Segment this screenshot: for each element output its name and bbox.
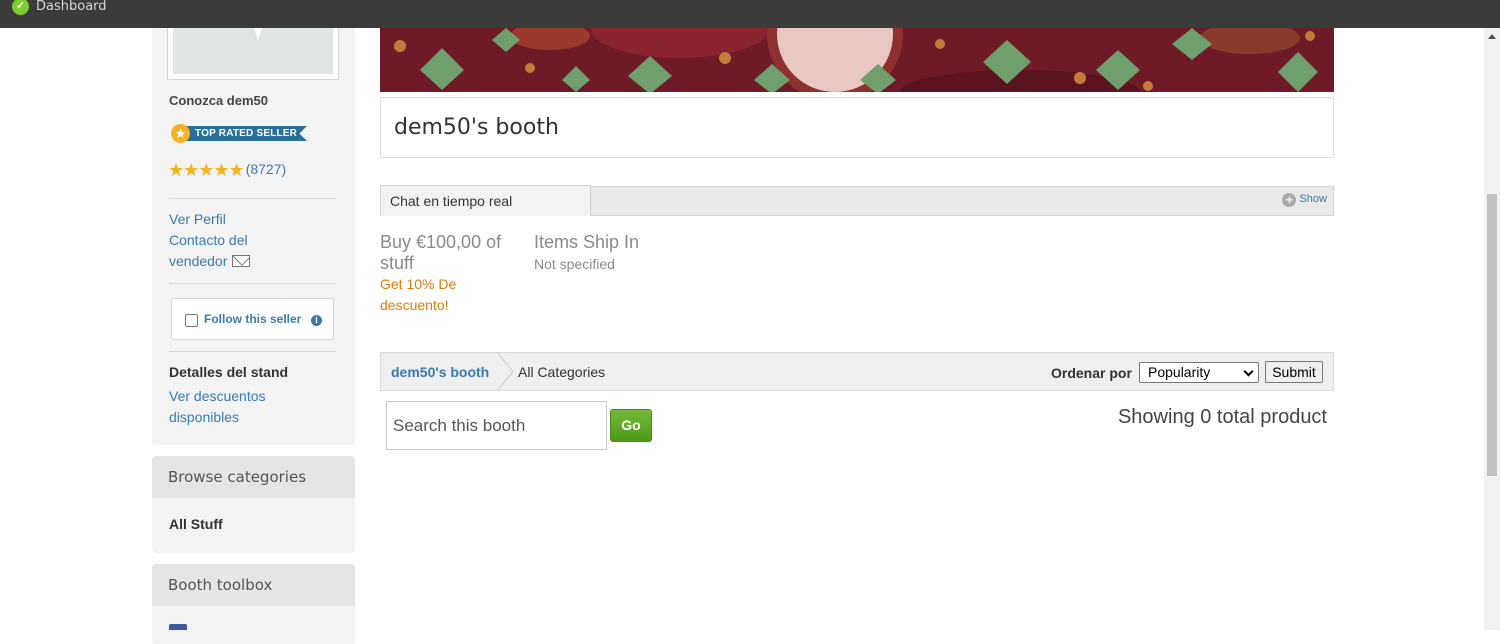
show-chat-button[interactable]: + Show bbox=[1282, 193, 1327, 207]
app-logo-icon: ✓ bbox=[12, 0, 29, 15]
top-system-bar: ✓ Dashboard bbox=[0, 0, 1500, 28]
search-placeholder: Search this booth bbox=[393, 416, 526, 435]
divider bbox=[169, 283, 336, 284]
promo-title: Buy €100,00 of stuff bbox=[380, 232, 502, 273]
divider bbox=[169, 198, 336, 199]
contact-seller-label: vendedor bbox=[169, 253, 228, 269]
breadcrumb: dem50's booth All Categories Ordenar por… bbox=[380, 352, 1334, 391]
booth-title-box: dem50's booth bbox=[380, 97, 1334, 158]
browse-categories-panel: Browse categories bbox=[152, 456, 355, 553]
search-go-button[interactable]: Go bbox=[610, 409, 652, 442]
badge-label: TOP RATED SELLER bbox=[179, 126, 307, 141]
ships-in-title: Items Ship In bbox=[534, 232, 640, 252]
sort-select[interactable]: Popularity bbox=[1139, 362, 1259, 383]
booth-banner bbox=[380, 28, 1334, 92]
booth-search-input[interactable]: Search this booth bbox=[386, 401, 607, 450]
rating-stars-icon: ★★★★★ bbox=[168, 160, 245, 180]
breadcrumb-separator-icon bbox=[496, 352, 514, 391]
booth-toolbox-heading: Booth toolbox bbox=[152, 564, 355, 606]
booth-toolbox-panel: Booth toolbox bbox=[152, 564, 355, 644]
follow-label[interactable]: Follow this seller bbox=[204, 312, 301, 326]
live-chat-bar[interactable]: Chat en tiempo real + Show bbox=[380, 185, 1334, 216]
sort-label: Ordenar por bbox=[1051, 365, 1132, 381]
booth-details-heading: Detalles del stand bbox=[169, 364, 289, 380]
ships-in-value: Not specified bbox=[534, 256, 615, 272]
info-icon[interactable]: i bbox=[311, 315, 322, 326]
dashboard-link[interactable]: Dashboard bbox=[36, 0, 107, 14]
divider bbox=[169, 351, 336, 352]
seller-avatar[interactable] bbox=[167, 28, 339, 80]
badge-star-icon: ★ bbox=[171, 124, 190, 143]
facebook-icon[interactable] bbox=[169, 624, 187, 630]
promo-discount: Get 10% De descuento! bbox=[380, 276, 457, 313]
show-label: Show bbox=[1299, 193, 1327, 205]
view-profile-link[interactable]: Ver Perfil bbox=[169, 209, 226, 230]
scrollbar-thumb[interactable] bbox=[1487, 194, 1497, 476]
live-chat-label: Chat en tiempo real bbox=[390, 193, 513, 209]
booth-title: dem50's booth bbox=[394, 115, 559, 140]
contact-seller-link-line2[interactable]: vendedor bbox=[169, 251, 251, 272]
sort-submit-button[interactable]: Submit bbox=[1265, 361, 1323, 383]
follow-checkbox[interactable] bbox=[185, 314, 198, 327]
chevron-down-icon bbox=[1243, 366, 1254, 377]
rating-count[interactable]: (8727) bbox=[246, 161, 286, 177]
contact-seller-link[interactable]: Contacto del bbox=[169, 230, 248, 251]
page-scrollbar[interactable] bbox=[1484, 28, 1500, 630]
seller-rating[interactable]: ★★★★★ (8727) bbox=[168, 160, 286, 181]
plus-circle-icon: + bbox=[1282, 193, 1297, 207]
seller-name: Conozca dem50 bbox=[169, 93, 268, 108]
follow-seller-box[interactable]: Follow this seller i bbox=[171, 298, 334, 340]
scroll-up-icon[interactable] bbox=[1488, 34, 1496, 39]
breadcrumb-current: All Categories bbox=[518, 364, 606, 380]
breadcrumb-booth-link[interactable]: dem50's booth bbox=[391, 364, 489, 380]
view-discounts-link-line2[interactable]: disponibles bbox=[169, 407, 239, 428]
category-all-stuff[interactable]: All Stuff bbox=[169, 516, 223, 532]
mail-icon bbox=[232, 255, 251, 267]
top-rated-seller-badge: TOP RATED SELLER ★ bbox=[171, 124, 307, 143]
browse-categories-heading: Browse categories bbox=[152, 456, 355, 498]
banner-image bbox=[380, 28, 1334, 92]
live-chat-tab[interactable]: Chat en tiempo real bbox=[380, 185, 591, 216]
sort-selected: Popularity bbox=[1148, 364, 1211, 380]
avatar-image bbox=[173, 28, 333, 74]
view-discounts-link[interactable]: Ver descuentos bbox=[169, 386, 266, 407]
results-summary: Showing 0 total product bbox=[1117, 406, 1327, 428]
avatar-notch bbox=[254, 28, 262, 40]
